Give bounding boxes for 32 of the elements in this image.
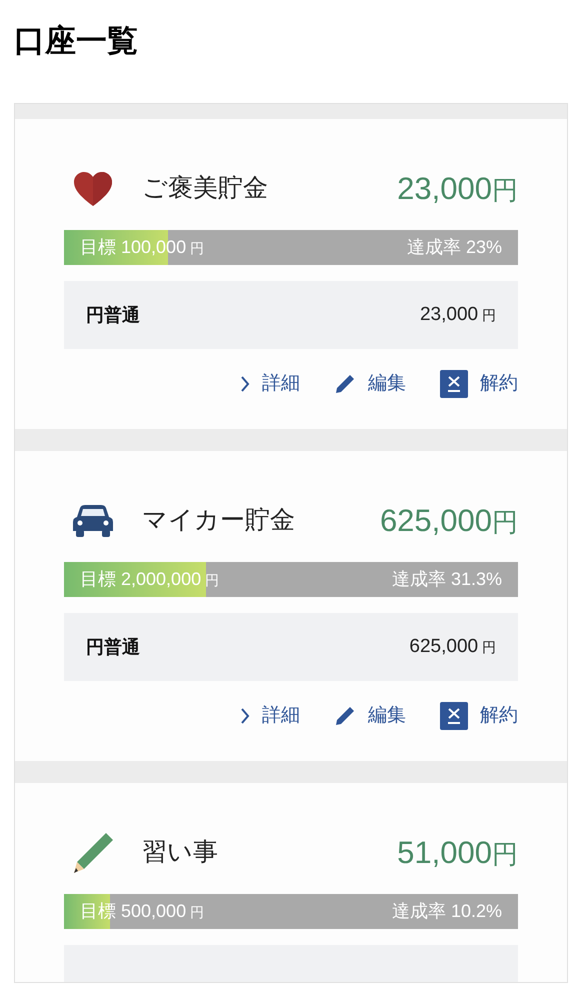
cancel-button[interactable]: 解約 [440, 702, 518, 730]
detail-button[interactable]: 詳細 [240, 370, 300, 398]
savings-name: マイカー貯金 [142, 505, 295, 536]
pencil-icon [334, 705, 356, 727]
detail-button[interactable]: 詳細 [240, 702, 300, 730]
account-type: 円普通 [86, 304, 140, 326]
account-balance: 625,000 円 [409, 634, 496, 659]
achievement-rate: 達成率 31.3% [392, 568, 502, 591]
pencil-icon [72, 832, 114, 874]
close-box-icon [440, 370, 468, 398]
account-balance: 23,000 円 [420, 302, 496, 327]
achievement-rate: 達成率 23% [406, 236, 502, 259]
account-type: 円普通 [86, 636, 140, 658]
edit-button[interactable]: 編集 [334, 702, 406, 730]
savings-amount: 625,000円 [380, 502, 518, 540]
pencil-icon [334, 373, 356, 395]
car-icon [72, 504, 114, 538]
page-title: 口座一覧 [13, 22, 139, 60]
chevron-right-icon [240, 707, 250, 725]
goal-text: 目標 2,000,000 円 [80, 568, 219, 591]
goal-text: 目標 100,000 円 [80, 236, 204, 259]
savings-amount: 23,000円 [397, 170, 518, 208]
cancel-button[interactable]: 解約 [440, 370, 518, 398]
chevron-right-icon [240, 375, 250, 393]
goal-text: 目標 500,000 円 [80, 900, 204, 923]
edit-button[interactable]: 編集 [334, 370, 406, 398]
achievement-rate: 達成率 10.2% [392, 900, 502, 923]
savings-amount: 51,000円 [397, 834, 518, 872]
savings-name: ご褒美貯金 [142, 173, 268, 204]
close-box-icon [440, 702, 468, 730]
heart-icon [73, 171, 113, 207]
savings-name: 習い事 [142, 837, 218, 868]
